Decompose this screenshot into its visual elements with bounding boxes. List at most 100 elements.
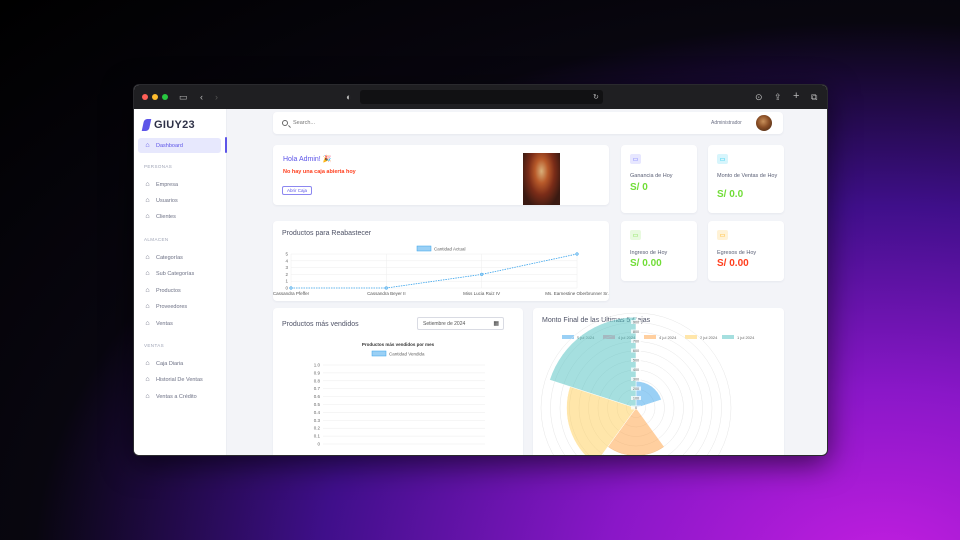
y-tick-label: 0.8 [314,378,321,383]
home-icon: ⌂ [145,270,150,277]
metric-label: Ganancia de Hoy [630,173,673,179]
sidebar-item-label: Categorías [156,254,183,261]
wallet-icon: ▭ [630,230,641,240]
minimize-window-button[interactable] [152,94,158,100]
legend-label: 1 jul 2024 [737,335,755,340]
legend-swatch [371,350,387,357]
browser-window: ▭ ‹ › ◐ ↻ ⊙ ⇪ + ⧉ GIUY23 ⌂ Dashboard PER… [133,84,828,456]
r-tick-label: 400 [633,368,639,372]
sidebar-item-label: Productos [156,287,181,294]
address-bar[interactable] [360,90,603,104]
r-tick-label: 100 [633,397,639,401]
home-icon: ⌂ [145,360,150,367]
data-point [384,286,388,290]
section-personas: PERSONAS [144,164,173,169]
metric-ingreso-card: ▭ Ingreso de Hoy S/ 0.00 [621,221,697,281]
sidebar-item-ventas-credito[interactable]: ⌂ Ventas a Crédito [144,393,197,400]
reload-icon[interactable]: ↻ [593,92,599,104]
wallet-icon: ▭ [630,154,641,164]
share-icon[interactable]: ⇪ [774,91,782,103]
sidebar-item-proveedores[interactable]: ⌂ Proveedores [144,303,187,310]
home-icon: ⌂ [145,376,150,383]
sidebar: GIUY23 ⌂ Dashboard PERSONAS ⌂ Empresa ⌂ Us… [134,109,227,455]
brand-name: GIUY23 [154,119,195,131]
avatar[interactable] [756,115,772,131]
new-tab-icon[interactable]: + [793,90,799,102]
metric-label: Ingreso de Hoy [630,250,668,256]
home-icon: ⌂ [145,197,150,204]
app-content: GIUY23 ⌂ Dashboard PERSONAS ⌂ Empresa ⌂ Us… [134,109,827,455]
open-cash-button[interactable]: Abrir Caja [282,186,313,195]
sidebar-item-label: Usuarios [156,197,178,204]
sidebar-item-subcategorias[interactable]: ⌂ Sub Categorías [144,270,194,277]
sidebar-item-empresa[interactable]: ⌂ Empresa [144,181,178,188]
y-tick-label: 0 [285,286,288,291]
sidebar-item-productos[interactable]: ⌂ Productos [144,287,181,294]
search-input[interactable] [293,118,493,128]
polar-segment [635,381,662,409]
sidebar-item-historial[interactable]: ⌂ Historial De Ventas [144,376,203,383]
bestsellers-bar-chart: Productos más vendidos por mes Cantidad V… [314,342,485,447]
tabs-overview-icon[interactable]: ⧉ [811,91,817,103]
data-point [480,272,484,277]
metric-egreso-card: ▭ Egresos de Hoy S/ 0.00 [708,221,784,281]
home-icon: ⌂ [145,320,150,327]
home-icon: ⌂ [145,181,150,188]
no-cash-warning: No hay una caja abierta hoy [283,169,356,175]
sidebar-item-caja-diaria[interactable]: ⌂ Caja Diaria [144,360,183,367]
legend-swatch [722,335,734,339]
section-almacen: ALMACEN [144,237,169,242]
sidebar-item-categorias[interactable]: ⌂ Categorías [144,254,183,261]
y-tick-label: 3 [285,265,288,270]
welcome-greeting: Hola Admin! 🎉 [283,156,332,163]
sidebar-item-label: Ventas a Crédito [156,393,197,400]
y-tick-label: 4 [285,258,288,263]
x-tick-label: Miss Lucia Ruiz IV [463,291,500,296]
chart-title: Productos más vendidos por mes [362,342,435,347]
cashbox-card: Monto Final de las Ultimas 5 Cajas 5 jul… [533,308,784,455]
y-tick-label: 1.0 [314,363,321,368]
r-tick-label: 700 [633,340,639,344]
download-icon[interactable]: ⊙ [755,91,763,103]
y-tick-label: 0.2 [314,426,321,431]
brand-logo[interactable]: GIUY23 [141,119,195,131]
y-tick-label: 0.6 [314,394,321,399]
metric-ganancia-card: ▭ Ganancia de Hoy S/ 0 [621,145,697,213]
back-icon[interactable]: ‹ [200,91,203,103]
main-area: Administrador Hola Admin! 🎉 No hay una c… [227,109,827,455]
y-tick-label: 0.9 [314,370,321,375]
user-role: Administrador [711,120,742,126]
sidebar-item-dashboard[interactable]: ⌂ Dashboard [138,138,221,153]
shield-icon[interactable]: ◐ [346,91,351,103]
y-tick-label: 2 [285,272,288,277]
legend-swatch [562,335,574,339]
sidebar-item-label: Historial De Ventas [156,376,203,383]
sidebar-item-label: Empresa [156,181,179,188]
browser-titlebar: ▭ ‹ › ◐ ↻ ⊙ ⇪ + ⧉ [134,85,827,109]
home-icon: ⌂ [145,142,150,149]
maximize-window-button[interactable] [162,94,168,100]
sidebar-toggle-icon[interactable]: ▭ [179,91,188,103]
sidebar-item-label: Dashboard [156,142,183,149]
top-navbar: Administrador [273,112,783,134]
close-window-button[interactable] [142,94,148,100]
search-icon [282,120,288,126]
welcome-card: Hola Admin! 🎉 No hay una caja abierta ho… [273,145,609,205]
artwork-image [523,153,560,205]
wallet-icon: ▭ [717,230,728,240]
section-ventas: VENTAS [144,343,165,348]
sidebar-item-clientes[interactable]: ⌂ Clientes [144,213,176,220]
sidebar-item-label: Sub Categorías [156,270,195,277]
restock-line-chart: Cantidad Actual 0 1 2 3 45 Cassandra Pfeffer Ca… [273,245,609,296]
legend-label: Cantidad Vendida [389,352,425,357]
legend-label: 2 jul 2024 [700,335,718,340]
sidebar-item-usuarios[interactable]: ⌂ Usuarios [144,197,178,204]
forward-icon[interactable]: › [215,91,218,103]
metric-value: S/ 0.00 [717,258,749,269]
sidebar-item-ventas[interactable]: ⌂ Ventas [144,320,172,327]
legend-swatch [416,245,432,252]
sidebar-item-label: Clientes [156,213,176,220]
legend-swatch [644,335,656,339]
y-tick-label: 0.1 [314,434,321,439]
legend-label: Cantidad Actual [434,247,466,252]
